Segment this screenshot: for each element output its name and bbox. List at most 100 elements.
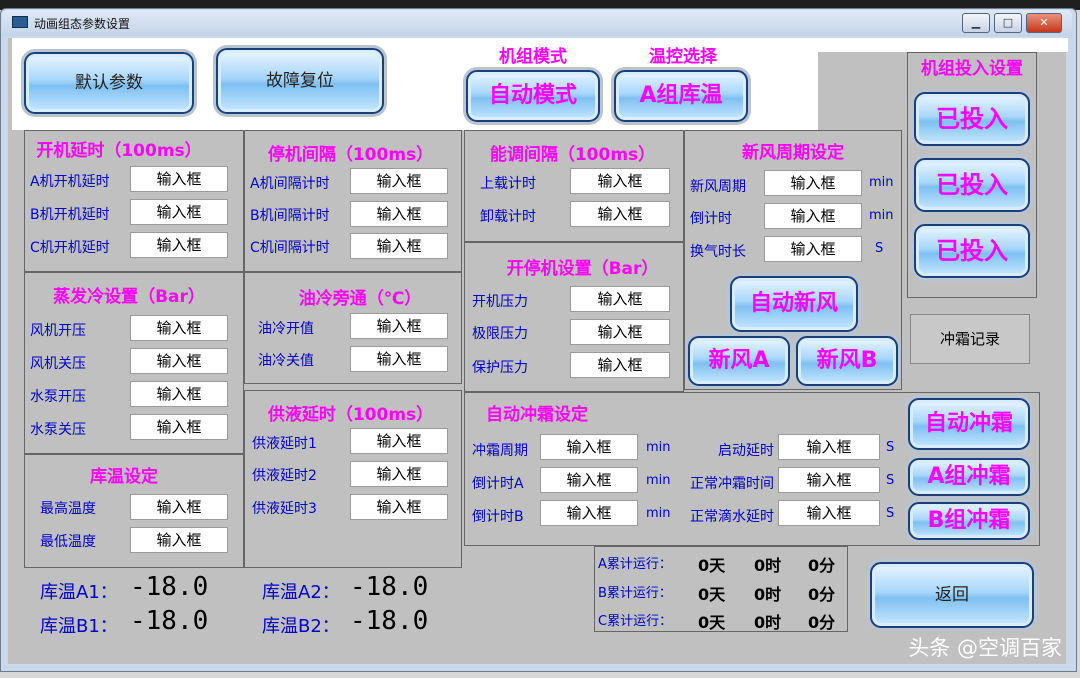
protect-pressure-label: 保护压力 bbox=[472, 360, 528, 376]
limit-pressure-label: 极限压力 bbox=[472, 326, 528, 342]
auto-fresh-air-button[interactable]: 自动新风 bbox=[730, 276, 858, 332]
fresh-air-title: 新风周期设定 bbox=[742, 143, 844, 163]
defrost-period-input[interactable]: 输入框 bbox=[540, 434, 638, 460]
oil-bypass-title: 油冷旁通（℃） bbox=[298, 289, 422, 309]
liquid-delay-1-label: 供液延时1 bbox=[252, 436, 317, 452]
start-delay-b-input[interactable]: 输入框 bbox=[130, 199, 228, 225]
runtime-c-days: 0天 bbox=[698, 613, 726, 632]
unit-c-input-button[interactable]: 已投入 bbox=[914, 224, 1030, 278]
top-white-strip bbox=[818, 38, 1068, 52]
stop-interval-c-label: C机间隔计时 bbox=[250, 240, 330, 256]
normal-drip-delay-input[interactable]: 输入框 bbox=[778, 500, 880, 526]
start-delay-c-label: C机开机延时 bbox=[30, 240, 110, 256]
group-b-defrost-button[interactable]: B组冲霜 bbox=[908, 502, 1030, 540]
countdown-b-label: 倒计时B bbox=[472, 509, 524, 525]
minimize-icon: ▁ bbox=[971, 16, 981, 29]
load-timer-input[interactable]: 输入框 bbox=[570, 168, 670, 194]
fresh-air-period-label: 新风周期 bbox=[690, 179, 746, 195]
group-a-defrost-button[interactable]: A组冲霜 bbox=[908, 458, 1030, 496]
minimize-button[interactable]: ▁ bbox=[962, 13, 990, 33]
countdown-b-input[interactable]: 输入框 bbox=[540, 500, 638, 526]
max-temp-input[interactable]: 输入框 bbox=[130, 494, 228, 520]
defrost-record-button[interactable]: 冲霜记录 bbox=[910, 314, 1030, 364]
runtime-b-label: B累计运行： bbox=[598, 586, 672, 601]
min-temp-label: 最低温度 bbox=[40, 534, 96, 550]
fresh-air-period-unit: min bbox=[869, 175, 894, 190]
runtime-b-minutes: 0分 bbox=[808, 585, 836, 604]
ventilation-duration-label: 换气时长 bbox=[690, 244, 746, 260]
liquid-delay-3-input[interactable]: 输入框 bbox=[350, 494, 448, 520]
load-timer-label: 上载计时 bbox=[480, 176, 536, 192]
fresh-air-b-button[interactable]: 新风B bbox=[796, 336, 898, 386]
ventilation-duration-unit: S bbox=[875, 241, 884, 256]
start-delay-b-label: B机开机延时 bbox=[30, 207, 110, 223]
runtime-a-minutes: 0分 bbox=[808, 556, 836, 575]
auto-defrost-button[interactable]: 自动冲霜 bbox=[908, 398, 1030, 450]
normal-drip-delay-label: 正常滴水延时 bbox=[690, 509, 774, 525]
pump-on-pressure-input[interactable]: 输入框 bbox=[130, 381, 228, 407]
liquid-delay-1-input[interactable]: 输入框 bbox=[350, 428, 448, 454]
start-pressure-input[interactable]: 输入框 bbox=[570, 286, 670, 312]
app-icon bbox=[12, 16, 28, 28]
unit-mode-button[interactable]: 自动模式 bbox=[466, 70, 600, 122]
fan-on-pressure-input[interactable]: 输入框 bbox=[130, 315, 228, 341]
runtime-c-minutes: 0分 bbox=[808, 613, 836, 632]
temp-select-button[interactable]: A组库温 bbox=[614, 70, 748, 122]
fresh-air-a-button[interactable]: 新风A bbox=[688, 336, 790, 386]
pump-off-pressure-input[interactable]: 输入框 bbox=[130, 414, 228, 440]
temp-a2-value: -18.0 bbox=[350, 572, 429, 602]
unit-a-input-button[interactable]: 已投入 bbox=[914, 92, 1030, 146]
fault-reset-button[interactable]: 故障复位 bbox=[216, 48, 384, 114]
liquid-delay-2-input[interactable]: 输入框 bbox=[350, 461, 448, 487]
start-delay-label: 启动延时 bbox=[718, 443, 774, 459]
stop-interval-b-label: B机间隔计时 bbox=[250, 208, 330, 224]
unit-b-input-button[interactable]: 已投入 bbox=[914, 158, 1030, 212]
protect-pressure-input[interactable]: 输入框 bbox=[570, 352, 670, 378]
oil-on-value-input[interactable]: 输入框 bbox=[350, 313, 448, 339]
runtime-a-hours: 0时 bbox=[754, 556, 782, 575]
watermark: 头条 @空调百家 bbox=[908, 636, 1062, 660]
start-delay-unit: S bbox=[886, 440, 895, 455]
evap-cond-title: 蒸发冷设置（Bar） bbox=[53, 287, 205, 307]
return-button[interactable]: 返回 bbox=[870, 562, 1034, 628]
stop-interval-b-input[interactable]: 输入框 bbox=[350, 201, 448, 227]
fresh-air-countdown-input[interactable]: 输入框 bbox=[764, 203, 862, 229]
defrost-period-label: 冲霜周期 bbox=[472, 443, 528, 459]
pump-on-pressure-label: 水泵开压 bbox=[30, 389, 86, 405]
fresh-air-countdown-unit: min bbox=[869, 208, 894, 223]
close-button[interactable]: ✕ bbox=[1026, 13, 1062, 33]
countdown-a-unit: min bbox=[646, 473, 671, 488]
fresh-air-period-input[interactable]: 输入框 bbox=[764, 170, 862, 196]
start-delay-input[interactable]: 输入框 bbox=[778, 434, 880, 460]
auto-defrost-title: 自动冲霜设定 bbox=[486, 405, 588, 425]
fan-off-pressure-input[interactable]: 输入框 bbox=[130, 348, 228, 374]
oil-off-value-label: 油冷关值 bbox=[258, 353, 314, 369]
maximize-button[interactable]: □ bbox=[994, 13, 1022, 33]
fan-off-pressure-label: 风机关压 bbox=[30, 356, 86, 372]
stop-interval-c-input[interactable]: 输入框 bbox=[350, 233, 448, 259]
temp-a1-value: -18.0 bbox=[130, 572, 209, 602]
start-pressure-label: 开机压力 bbox=[472, 294, 528, 310]
default-params-button[interactable]: 默认参数 bbox=[24, 52, 194, 114]
ventilation-duration-input[interactable]: 输入框 bbox=[764, 236, 862, 262]
fan-on-pressure-label: 风机开压 bbox=[30, 323, 86, 339]
temp-b2-label: 库温B2： bbox=[262, 616, 340, 637]
runtime-b-days: 0天 bbox=[698, 585, 726, 604]
unit-input-title: 机组投入设置 bbox=[921, 59, 1023, 79]
start-delay-a-input[interactable]: 输入框 bbox=[130, 166, 228, 192]
start-delay-title: 开机延时（100ms） bbox=[36, 141, 202, 161]
limit-pressure-input[interactable]: 输入框 bbox=[570, 319, 670, 345]
temp-b2-value: -18.0 bbox=[350, 606, 429, 636]
min-temp-input[interactable]: 输入框 bbox=[130, 527, 228, 553]
oil-off-value-input[interactable]: 输入框 bbox=[350, 346, 448, 372]
unload-timer-input[interactable]: 输入框 bbox=[570, 201, 670, 227]
runtime-a-label: A累计运行： bbox=[598, 557, 672, 572]
countdown-a-input[interactable]: 输入框 bbox=[540, 467, 638, 493]
countdown-a-label: 倒计时A bbox=[472, 476, 524, 492]
runtime-a-days: 0天 bbox=[698, 556, 726, 575]
liquid-delay-2-label: 供液延时2 bbox=[252, 468, 317, 484]
temp-select-title: 温控选择 bbox=[649, 47, 717, 67]
normal-defrost-time-input[interactable]: 输入框 bbox=[778, 467, 880, 493]
start-delay-c-input[interactable]: 输入框 bbox=[130, 232, 228, 258]
stop-interval-a-input[interactable]: 输入框 bbox=[350, 168, 448, 194]
